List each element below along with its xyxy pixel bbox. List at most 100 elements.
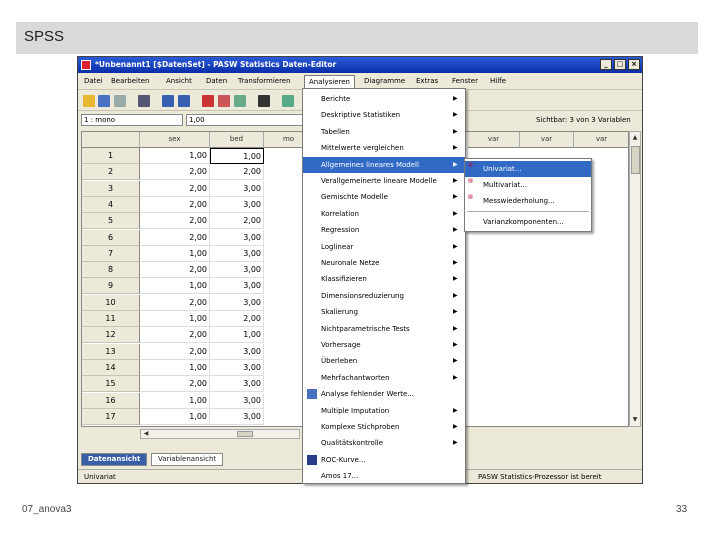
menu-item[interactable]: Gemischte Modelle ▶ [303,189,465,205]
scrollbar-thumb[interactable] [631,146,640,174]
cell-sex[interactable]: 2,00 [140,376,210,393]
cell-bed[interactable]: 3,00 [210,180,264,197]
cell-bed[interactable]: 3,00 [210,294,264,311]
submenu-item-univariat[interactable]: ▨ Univariat... [465,161,591,177]
menu-item[interactable]: ROC-Kurve... [303,452,465,468]
cell-bed[interactable]: 3,00 [210,229,264,246]
cell-sex[interactable]: 1,00 [140,148,210,164]
cell-bed[interactable]: 3,00 [210,196,264,213]
cell-bed[interactable]: 3,00 [210,359,264,376]
cell-value-field[interactable]: 1,00 [186,114,306,126]
scroll-down-icon[interactable]: ▼ [630,415,640,425]
menu-item[interactable]: Korrelation ▶ [303,206,465,222]
row-header[interactable]: 16 [82,392,140,409]
menu-item[interactable]: Multiple Imputation ▶ [303,403,465,419]
cell-sex[interactable]: 2,00 [140,196,210,213]
cell-sex[interactable]: 1,00 [140,408,210,425]
tab-variable-view[interactable]: Variablenansicht [151,453,224,466]
redo-icon[interactable] [178,95,190,107]
menu-item[interactable]: Mehrfachantworten ▶ [303,370,465,386]
vertical-scrollbar[interactable]: ▲ ▼ [629,131,641,427]
row-header[interactable]: 6 [82,229,140,246]
cell-bed[interactable]: 1,00 [210,327,264,344]
cell-bed[interactable]: 2,00 [210,311,264,327]
close-button[interactable]: × [628,59,640,70]
column-header-var[interactable]: var [574,132,628,148]
cell-bed[interactable]: 1,00 [210,148,264,164]
goto-case-icon[interactable] [202,95,214,107]
submenu-item-varianzkomponenten[interactable]: Varianzkomponenten... [465,214,591,230]
cell-bed[interactable]: 3,00 [210,262,264,279]
row-header[interactable]: 12 [82,327,140,344]
tab-data-view[interactable]: Datenansicht [81,453,148,466]
scroll-up-icon[interactable]: ▲ [630,133,640,143]
submenu-item-messwiederholung[interactable]: ▨ Messwiederholung... [465,193,591,209]
row-header[interactable]: 1 [82,148,140,164]
cell-sex[interactable]: 2,00 [140,327,210,344]
insert-cases-icon[interactable] [282,95,294,107]
maximize-button[interactable]: □ [614,59,626,70]
row-header[interactable]: 17 [82,408,140,425]
cell-sex[interactable]: 1,00 [140,278,210,295]
menu-item[interactable]: Berichte ▶ [303,91,465,107]
print-icon[interactable] [114,95,126,107]
submenu-item-multivariat[interactable]: ▨ Multivariat... [465,177,591,193]
menu-item[interactable]: Nichtparametrische Tests ▶ [303,321,465,337]
menu-item[interactable]: Skalierung ▶ [303,304,465,320]
menu-item[interactable]: Komplexe Stichproben ▶ [303,419,465,435]
undo-icon[interactable] [162,95,174,107]
cell-sex[interactable]: 2,00 [140,262,210,279]
cell-sex[interactable]: 1,00 [140,311,210,327]
cell-bed[interactable]: 2,00 [210,164,264,181]
menu-item[interactable]: Allgemeines lineares Modell ▶ [303,156,465,173]
cell-bed[interactable]: 3,00 [210,278,264,295]
menu-transformieren[interactable]: Transformieren [236,77,293,85]
cell-sex[interactable]: 1,00 [140,359,210,376]
row-header[interactable]: 4 [82,196,140,213]
cell-sex[interactable]: 1,00 [140,245,210,262]
menu-item[interactable]: Deskriptive Statistiken ▶ [303,107,465,123]
scroll-left-icon[interactable]: ◀ [141,429,151,439]
column-header-var[interactable]: var [520,132,574,148]
menu-item[interactable]: Neuronale Netze ▶ [303,255,465,271]
menu-fenster[interactable]: Fenster [450,77,480,85]
row-header[interactable]: 10 [82,294,140,311]
menu-analysieren[interactable]: Analysieren [304,75,355,88]
menu-diagramme[interactable]: Diagramme [362,77,407,85]
menu-item[interactable]: Amos 17... [303,468,465,483]
cell-sex[interactable]: 1,00 [140,392,210,409]
goto-variable-icon[interactable] [218,95,230,107]
scrollbar-thumb[interactable] [237,431,253,437]
cell-bed[interactable]: 3,00 [210,408,264,425]
cell-bed[interactable]: 3,00 [210,392,264,409]
cell-sex[interactable]: 2,00 [140,213,210,230]
minimize-button[interactable]: _ [600,59,612,70]
cell-bed[interactable]: 3,00 [210,376,264,393]
menu-item[interactable]: Regression ▶ [303,222,465,238]
cell-bed[interactable]: 3,00 [210,245,264,262]
column-header-var[interactable]: var [468,132,520,148]
window-titlebar[interactable]: *Unbenannt1 [$DatenSet] - PASW Statistic… [78,57,642,73]
cell-bed[interactable]: 2,00 [210,213,264,230]
menu-item[interactable]: Analyse fehlender Werte... [303,386,465,402]
menu-bearbeiten[interactable]: Bearbeiten [109,77,151,85]
menu-item[interactable]: Verallgemeinerte lineare Modelle ▶ [303,173,465,189]
row-header[interactable]: 8 [82,262,140,279]
cell-sex[interactable]: 2,00 [140,294,210,311]
dialog-recall-icon[interactable] [138,95,150,107]
open-folder-icon[interactable] [83,95,95,107]
variables-icon[interactable] [234,95,246,107]
row-header[interactable]: 5 [82,213,140,230]
cell-reference-field[interactable]: 1 : mono [81,114,183,126]
row-header[interactable]: 14 [82,359,140,376]
row-header[interactable]: 9 [82,278,140,295]
find-binoculars-icon[interactable] [258,95,270,107]
menu-datei[interactable]: Datei [82,77,105,85]
row-header[interactable]: 7 [82,245,140,262]
menu-item[interactable]: Dimensionsreduzierung ▶ [303,288,465,304]
column-header-sex[interactable]: sex [140,132,210,148]
menu-hilfe[interactable]: Hilfe [488,77,508,85]
cell-bed[interactable]: 3,00 [210,343,264,360]
row-header[interactable]: 15 [82,376,140,393]
menu-extras[interactable]: Extras [414,77,440,85]
